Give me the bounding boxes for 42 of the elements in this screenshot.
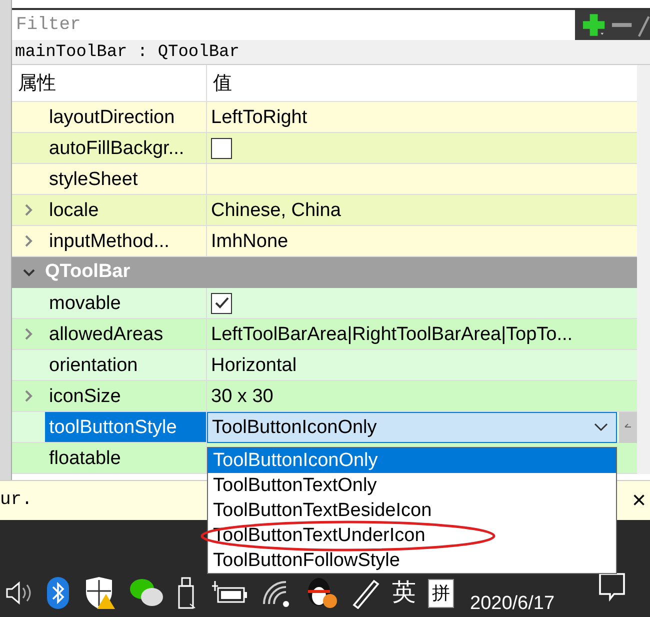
input-mode[interactable]: 拼: [428, 578, 454, 608]
property-value: LeftToolBarArea|RightToolBarArea|TopTo...: [210, 322, 574, 346]
property-name[interactable]: orientation: [45, 350, 207, 380]
dropdown-option[interactable]: ToolButtonTextBesideIcon: [208, 498, 616, 523]
close-button[interactable]: ×: [632, 488, 646, 512]
chevron-right-icon[interactable]: [22, 234, 34, 248]
chevron-down-icon[interactable]: [594, 422, 608, 432]
input-language[interactable]: 英: [392, 578, 416, 608]
property-value: LeftToRight: [210, 106, 308, 130]
object-title: mainToolBar : QToolBar: [12, 40, 650, 65]
dropdown-option[interactable]: ToolButtonFollowStyle: [208, 548, 616, 573]
pen-icon[interactable]: [350, 577, 380, 609]
message-text: ur.: [0, 489, 32, 512]
property-value: Chinese, China: [210, 198, 342, 222]
property-value: 30 x 30: [210, 384, 274, 408]
scrollbar[interactable]: [637, 65, 650, 474]
property-value: ImhNone: [210, 230, 290, 254]
add-icon[interactable]: [581, 12, 607, 38]
property-name[interactable]: toolButtonStyle: [45, 412, 207, 442]
column-header[interactable]: 属性: [12, 65, 207, 101]
chat-icon[interactable]: [128, 577, 164, 609]
wifi-icon[interactable]: [260, 578, 292, 608]
checkbox[interactable]: [211, 292, 232, 314]
chevron-right-icon[interactable]: [22, 327, 34, 341]
dropdown-option[interactable]: ToolButtonTextOnly: [208, 473, 616, 498]
property-name[interactable]: inputMethod...: [45, 226, 207, 256]
dropdown-option[interactable]: ToolButtonIconOnly: [208, 448, 616, 473]
checkbox[interactable]: [211, 138, 232, 158]
usb-drive-icon[interactable]: [176, 576, 198, 610]
chevron-right-icon[interactable]: [22, 389, 34, 403]
property-value: Horizontal: [210, 354, 298, 378]
column-header[interactable]: 值: [207, 65, 637, 101]
property-name[interactable]: allowedAreas: [45, 319, 207, 349]
checkmark-icon: [214, 296, 230, 310]
property-name[interactable]: locale: [45, 195, 207, 225]
notification-icon[interactable]: [598, 572, 626, 602]
property-combo[interactable]: ToolButtonIconOnly: [207, 412, 617, 442]
property-name[interactable]: iconSize: [45, 381, 207, 411]
chevron-right-icon[interactable]: [22, 203, 34, 217]
property-name[interactable]: layoutDirection: [45, 102, 207, 132]
date-text[interactable]: 2020/6/17: [470, 590, 555, 617]
dropdown-option[interactable]: ToolButtonTextUnderIcon: [208, 523, 616, 548]
